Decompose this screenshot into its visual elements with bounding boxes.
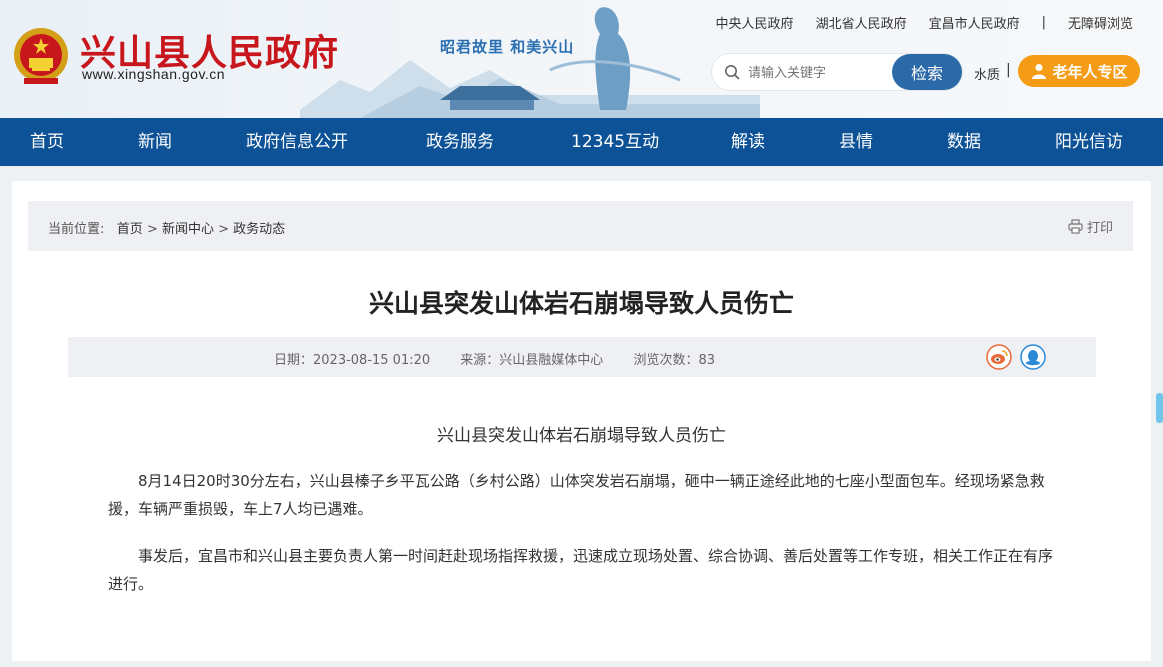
breadcrumb-separator: > <box>146 222 162 237</box>
article-meta: 日期：2023-08-15 01:20 来源：兴山县融媒体中心 浏览次数：83 <box>68 337 1096 377</box>
breadcrumb-news-center[interactable]: 新闻中心 <box>162 222 214 237</box>
breadcrumb-home[interactable]: 首页 <box>117 222 143 237</box>
breadcrumb-prefix: 当前位置: <box>48 222 105 237</box>
top-link-central-gov[interactable]: 中央人民政府 <box>716 13 794 32</box>
elder-zone-label: 老年人专区 <box>1052 62 1128 81</box>
nav-item-county-info[interactable]: 县情 <box>839 118 873 166</box>
nav-item-gov-services[interactable]: 政务服务 <box>426 118 494 166</box>
breadcrumb-text: 当前位置: 首页 > 新闻中心 > 政务动态 <box>48 218 285 237</box>
qq-icon[interactable] <box>1020 344 1046 370</box>
print-label: 打印 <box>1086 221 1113 236</box>
top-link-hubei-gov[interactable]: 湖北省人民政府 <box>816 13 907 32</box>
floating-side-widget-icon[interactable] <box>1154 393 1163 423</box>
header-landscape-decoration <box>300 7 760 118</box>
top-links: 中央人民政府 湖北省人民政府 宜昌市人民政府 | 无障碍浏览 <box>694 13 1133 32</box>
article-views: 浏览次数：83 <box>633 353 715 368</box>
article-source: 来源：兴山县融媒体中心 <box>460 353 604 368</box>
weibo-icon[interactable] <box>986 344 1012 370</box>
elder-zone-button[interactable]: 老年人专区 <box>1018 55 1140 87</box>
article-paragraph: 事发后，宜昌市和兴山县主要负责人第一时间赶赴现场指挥救援，迅速成立现场处置、综合… <box>108 547 1054 593</box>
nav-item-gov-info[interactable]: 政府信息公开 <box>246 118 348 166</box>
top-link-accessibility[interactable]: 无障碍浏览 <box>1068 13 1133 32</box>
nav-item-home[interactable]: 首页 <box>30 118 64 166</box>
article-meta-text: 日期：2023-08-15 01:20 来源：兴山县融媒体中心 浏览次数：83 <box>274 349 741 368</box>
site-url: www.xingshan.gov.cn <box>82 66 226 82</box>
print-icon <box>1068 219 1083 234</box>
breadcrumb-separator: > <box>218 222 234 237</box>
breadcrumb-gov-news[interactable]: 政务动态 <box>233 222 285 237</box>
nav-item-12345[interactable]: 12345互动 <box>571 118 659 166</box>
nav-item-interpretation[interactable]: 解读 <box>731 118 765 166</box>
article-title: 兴山县突发山体岩石崩塌导致人员伤亡 <box>368 289 794 318</box>
elder-user-icon <box>1032 64 1047 79</box>
print-button[interactable]: 打印 <box>1068 217 1113 236</box>
main-nav: 首页 新闻 政府信息公开 政务服务 12345互动 解读 县情 数据 阳光信访 <box>0 118 1163 166</box>
top-link-yichang-gov[interactable]: 宜昌市人民政府 <box>929 13 1020 32</box>
nav-item-news[interactable]: 新闻 <box>138 118 172 166</box>
search-input[interactable] <box>748 62 898 82</box>
breadcrumb: 当前位置: 首页 > 新闻中心 > 政务动态 打印 <box>28 201 1133 251</box>
article-subtitle: 兴山县突发山体岩石崩塌导致人员伤亡 <box>437 426 726 446</box>
search-box: 检索 <box>712 54 962 90</box>
article-card: 当前位置: 首页 > 新闻中心 > 政务动态 打印 兴山县突发山体岩石崩塌导致人… <box>12 181 1151 661</box>
article-paragraph: 8月14日20时30分左右，兴山县榛子乡平瓦公路（乡村公路）山体突发岩石崩塌，砸… <box>108 472 1045 518</box>
national-emblem-icon <box>14 28 68 84</box>
header-separator: | <box>1006 62 1011 78</box>
top-links-separator: | <box>1041 15 1046 30</box>
nav-item-data[interactable]: 数据 <box>947 118 981 166</box>
search-button[interactable]: 检索 <box>892 54 962 90</box>
search-icon <box>725 65 740 80</box>
water-quality-link[interactable]: 水质 <box>974 64 1000 83</box>
header-slogan: 昭君故里 和美兴山 <box>440 38 575 56</box>
nav-item-petition[interactable]: 阳光信访 <box>1055 118 1123 166</box>
article-date: 日期：2023-08-15 01:20 <box>274 353 431 368</box>
site-header: 兴山县人民政府 www.xingshan.gov.cn 昭君故里 和美兴山 中央… <box>0 0 1163 118</box>
